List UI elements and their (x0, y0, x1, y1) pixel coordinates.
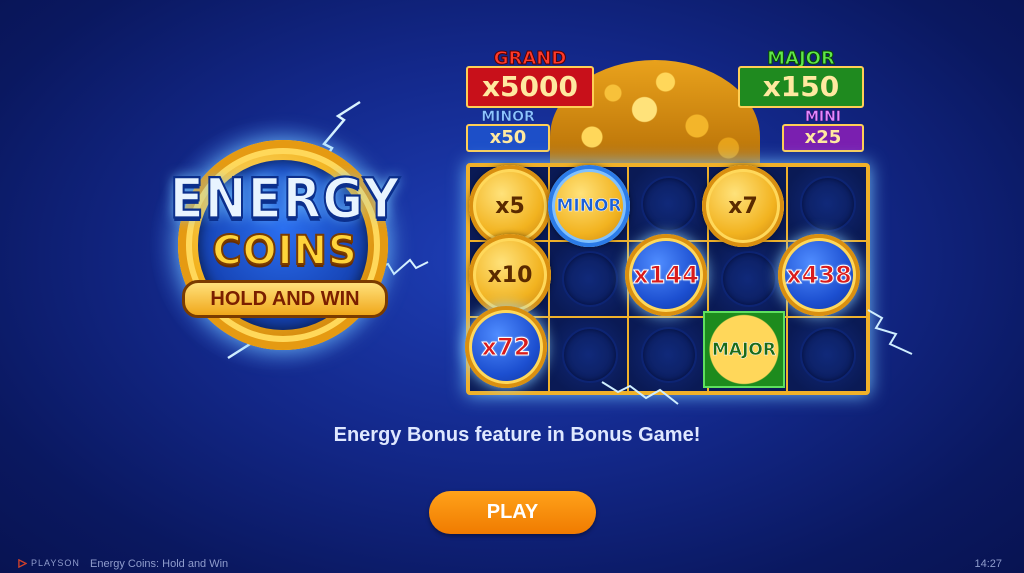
jackpot-mini-label: MINI (804, 109, 842, 126)
energy-coin-token: x144 (625, 234, 707, 316)
game-splash-screen: ENERGY COINS HOLD AND WIN GRAND x5000 MA… (0, 0, 1024, 573)
coin-token: x10 (469, 234, 551, 316)
jackpot-major-value: x150 (738, 66, 864, 108)
jackpot-minor-value: x50 (466, 124, 550, 152)
coin-token: x7 (702, 165, 784, 247)
jackpot-mini-value: x25 (782, 124, 864, 152)
feature-caption: Energy Bonus feature in Bonus Game! (333, 424, 701, 446)
footer-bar: PLAYSON Energy Coins: Hold and Win 14:27 (0, 556, 1024, 573)
minor-coin-token: MINOR (548, 165, 630, 247)
grid-cell (787, 316, 867, 392)
footer-game-name: Energy Coins: Hold and Win (90, 558, 229, 570)
logo-ribbon: HOLD AND WIN (182, 280, 388, 318)
grid-cell (707, 241, 788, 317)
lightning-bolt-icon (601, 381, 679, 405)
energy-coin-token: x72 (465, 306, 547, 388)
logo-title-energy: ENERGY (169, 166, 401, 232)
grid-cell (548, 241, 629, 317)
jackpot-grand-value: x5000 (466, 66, 594, 108)
footer-clock: 14:27 (974, 558, 1002, 570)
grid-cell (628, 166, 708, 242)
grid-cell (787, 166, 867, 242)
logo-title-coins: COINS (211, 227, 358, 275)
provider-name: PLAYSON (31, 558, 80, 568)
energy-coin-token: x438 (778, 234, 860, 316)
game-logo: ENERGY COINS HOLD AND WIN (140, 100, 430, 370)
playson-logo-icon (18, 558, 27, 568)
play-button[interactable]: PLAY (429, 491, 596, 534)
major-coin-token: MAJOR (703, 311, 785, 388)
jackpot-minor-label: MINOR (481, 109, 535, 126)
provider-brand: PLAYSON (18, 558, 80, 568)
lightning-bolt-icon (867, 309, 913, 355)
